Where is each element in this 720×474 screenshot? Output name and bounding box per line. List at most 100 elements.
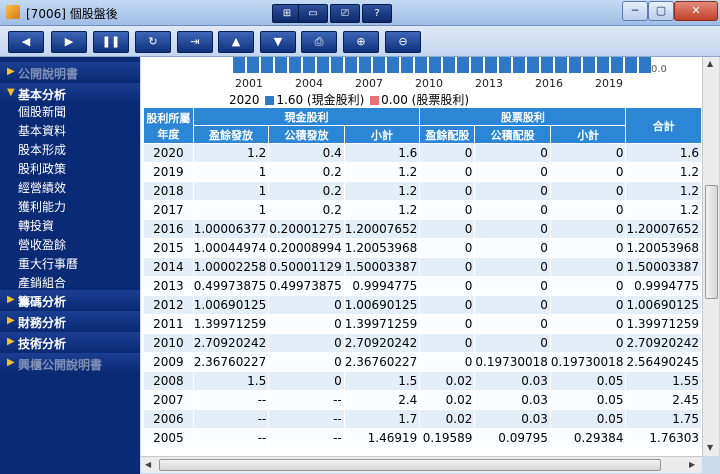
value-cell: 1.2 — [343, 181, 421, 201]
screen-icon[interactable]: ⎚ — [330, 4, 360, 23]
value-cell: 0 — [474, 181, 551, 201]
horizontal-scrollbar[interactable]: ◀ ▶ — [141, 456, 702, 473]
value-cell: 0 — [549, 276, 627, 296]
chart-bar — [247, 57, 259, 73]
chart-bar — [359, 57, 371, 73]
refresh-button[interactable]: ↻ — [135, 31, 171, 53]
value-cell: 0.4 — [268, 143, 345, 163]
table-row[interactable]: 2014 1.00002258 0.50001129 1.50003387 0 0 0 1.5… — [143, 257, 702, 277]
app-icon — [6, 5, 20, 19]
sidebar-item-profitability[interactable]: 獲利能力 — [18, 198, 66, 215]
table-row[interactable]: 2015 1.00044974 0.20008994 1.20053968 0 0 0 1.2… — [143, 238, 702, 258]
sidebar-item-revenue[interactable]: 營收盈餘 — [18, 236, 66, 253]
header-stock-subtotal[interactable]: 小計 — [549, 125, 627, 144]
value-cell: 0.2 — [268, 181, 345, 201]
sidebar-item-performance[interactable]: 經營績效 — [18, 179, 66, 196]
table-row[interactable]: 2010 2.70920242 0 2.70920242 0 0 0 2.70920242 — [143, 333, 702, 353]
value-cell: 0 — [419, 295, 476, 315]
table-row[interactable]: 2009 2.36760227 0 2.36760227 0 0.19730018 0.19… — [143, 352, 702, 372]
value-cell: 1 — [192, 200, 270, 220]
window-icon[interactable]: ▭ — [298, 4, 328, 23]
value-cell: 0 — [474, 314, 551, 334]
scroll-right-icon[interactable]: ▶ — [689, 460, 695, 469]
sidebar-item-news[interactable]: 個股新聞 — [18, 103, 66, 120]
value-cell: -- — [192, 390, 270, 410]
header-cash-subtotal[interactable]: 小計 — [343, 125, 421, 144]
sidebar-item-profile[interactable]: 基本資料 — [18, 122, 66, 139]
sidebar-item-product-mix[interactable]: 產銷組合 — [18, 274, 66, 291]
table-row[interactable]: 2011 1.39971259 0 1.39971259 0 0 0 1.39971259 — [143, 314, 702, 334]
value-cell: 0 — [268, 295, 345, 315]
minimize-button[interactable]: ─ — [622, 1, 648, 21]
table-row[interactable]: 2013 0.49973875 0.49973875 0.9994775 0 0 0 0.99… — [143, 276, 702, 296]
value-cell: -- — [268, 390, 345, 410]
table-row[interactable]: 2006 -- -- 1.7 0.02 0.03 0.05 1.75 — [143, 409, 702, 429]
close-button[interactable]: ✕ — [674, 1, 718, 21]
sidebar: ▶ 公開說明書 ▼ 基本分析 個股新聞 基本資料 股本形成 股利政策 經營績效 獲利… — [0, 57, 140, 474]
print-button[interactable]: ⎙ — [301, 31, 337, 53]
legend-stock-label: (股票股利) — [411, 93, 470, 107]
play-button[interactable]: ▶ — [51, 31, 87, 53]
table-row[interactable]: 2020 1.2 0.4 1.6 0 0 0 1.6 — [143, 143, 702, 163]
value-cell: 2.4 — [343, 390, 421, 410]
table-row[interactable]: 2018 1 0.2 1.2 0 0 0 1.2 — [143, 181, 702, 201]
year-cell: 2017 — [143, 200, 194, 220]
chart-x-tick: 2010 — [415, 77, 443, 90]
zoom-in-button[interactable]: ⊕ — [343, 31, 379, 53]
header-cash-reserve[interactable]: 公積發放 — [268, 125, 345, 144]
table-row[interactable]: 2005 -- -- 1.46919 0.19589 0.09795 0.29384 1.76… — [143, 428, 702, 448]
value-cell: 1 — [192, 181, 270, 201]
value-cell: 0 — [268, 314, 345, 334]
up-button[interactable]: ▲ — [218, 31, 254, 53]
sidebar-section-emerging-prospectus[interactable]: ▶ 興櫃公開說明書 — [0, 353, 140, 373]
scroll-left-icon[interactable]: ◀ — [145, 460, 151, 469]
chart-bar — [499, 57, 511, 73]
scroll-up-icon[interactable]: ▲ — [707, 59, 713, 68]
zoom-out-button[interactable]: ⊖ — [385, 31, 421, 53]
value-cell: 1.55 — [625, 371, 702, 391]
horizontal-scroll-thumb[interactable] — [159, 459, 661, 471]
value-cell: 0 — [419, 352, 476, 372]
sidebar-section-technical[interactable]: ▶ 技術分析 — [0, 332, 140, 352]
scroll-down-icon[interactable]: ▼ — [707, 443, 713, 452]
legend-stock-value: 0.00 — [381, 93, 408, 107]
sidebar-section-financial[interactable]: ▶ 財務分析 — [0, 311, 140, 331]
chart-bar — [541, 57, 553, 73]
value-cell: 0 — [549, 181, 627, 201]
sidebar-item-calendar[interactable]: 重大行事曆 — [18, 255, 78, 272]
chart-bar — [583, 57, 595, 73]
legend-stock-swatch — [370, 96, 380, 105]
vertical-scrollbar[interactable]: ▲ ▼ — [702, 57, 719, 456]
table-row[interactable]: 2016 1.00006377 0.20001275 1.20007652 0 0 0 1.2… — [143, 219, 702, 239]
table-row[interactable]: 2017 1 0.2 1.2 0 0 0 1.2 — [143, 200, 702, 220]
sidebar-section-prospectus[interactable]: ▶ 公開說明書 — [0, 62, 140, 82]
header-year[interactable]: 股利所屬年度 — [143, 107, 194, 144]
down-button[interactable]: ▼ — [260, 31, 296, 53]
chart-bar — [275, 57, 287, 73]
help-icon[interactable]: ? — [362, 4, 392, 23]
vertical-scroll-thumb[interactable] — [705, 185, 718, 299]
table-row[interactable]: 2007 -- -- 2.4 0.02 0.03 0.05 2.45 — [143, 390, 702, 410]
header-cash-earnings[interactable]: 盈餘發放 — [192, 125, 270, 144]
table-row[interactable]: 2008 1.5 0 1.5 0.02 0.03 0.05 1.55 — [143, 371, 702, 391]
header-total[interactable]: 合計 — [625, 107, 702, 144]
table-row[interactable]: 2012 1.00690125 0 1.00690125 0 0 0 1.00690125 — [143, 295, 702, 315]
pause-button[interactable]: ❚❚ — [93, 31, 129, 53]
table-row[interactable]: 2019 1 0.2 1.2 0 0 0 1.2 — [143, 162, 702, 182]
value-cell: 1.2 — [625, 200, 702, 220]
sidebar-section-chips[interactable]: ▶ 籌碼分析 — [0, 290, 140, 310]
year-cell: 2019 — [143, 162, 194, 182]
export-button[interactable]: ⇥ — [177, 31, 213, 53]
legend-cash-value: 1.60 — [276, 93, 304, 107]
header-stock-reserve[interactable]: 公積配股 — [474, 125, 551, 144]
chart-bar — [611, 57, 623, 73]
back-button[interactable]: ◀ — [8, 31, 44, 53]
chart-bar — [555, 57, 567, 73]
sidebar-section-fundamental[interactable]: ▼ 基本分析 — [0, 83, 140, 103]
sidebar-item-capital[interactable]: 股本形成 — [18, 141, 66, 158]
sidebar-item-dividend-policy[interactable]: 股利政策 — [18, 160, 66, 177]
header-stock-earnings[interactable]: 盈餘配股 — [419, 125, 476, 144]
chart-bar — [345, 57, 357, 73]
maximize-button[interactable]: ▢ — [648, 1, 674, 21]
sidebar-item-investments[interactable]: 轉投資 — [18, 217, 54, 234]
